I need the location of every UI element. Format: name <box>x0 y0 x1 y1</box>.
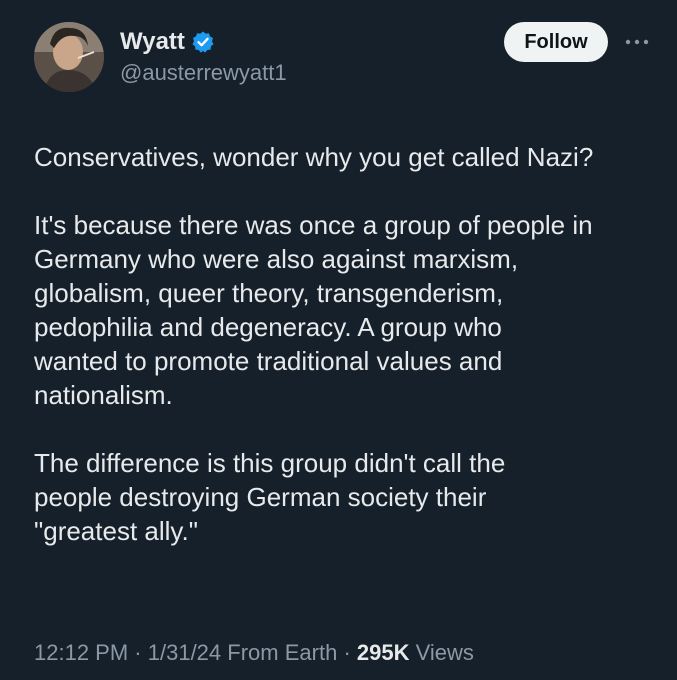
tweet-source: From Earth <box>227 640 338 665</box>
meta-separator: · <box>134 640 142 665</box>
tweet-text: Conservatives, wonder why you get called… <box>34 140 654 582</box>
tweet-header: Wyatt @austerrewyatt1 Follow <box>34 22 649 100</box>
follow-button[interactable]: Follow <box>504 22 608 62</box>
more-horizontal-icon[interactable] <box>624 32 650 52</box>
views-label: Views <box>415 640 474 665</box>
tweet-paragraph: The difference is this group didn't call… <box>34 448 506 546</box>
tweet-metadata: 12:12 PM · 1/31/24 From Earth · 295K Vie… <box>34 640 474 666</box>
timestamp-date[interactable]: 1/31/24 <box>148 640 221 665</box>
verified-badge-icon <box>191 30 215 54</box>
user-handle[interactable]: @austerrewyatt1 <box>120 60 287 86</box>
timestamp-time[interactable]: 12:12 PM <box>34 640 128 665</box>
avatar[interactable] <box>34 22 104 92</box>
user-identity: Wyatt @austerrewyatt1 <box>120 26 287 86</box>
profile-photo-icon <box>34 22 104 92</box>
tweet-paragraph: It's because there was once a group of p… <box>34 210 593 410</box>
name-row: Wyatt <box>120 26 287 58</box>
tweet-paragraph: Conservatives, wonder why you get called… <box>34 142 594 172</box>
meta-separator: · <box>343 640 351 665</box>
display-name[interactable]: Wyatt <box>120 28 185 56</box>
views-count[interactable]: 295K <box>357 640 410 665</box>
